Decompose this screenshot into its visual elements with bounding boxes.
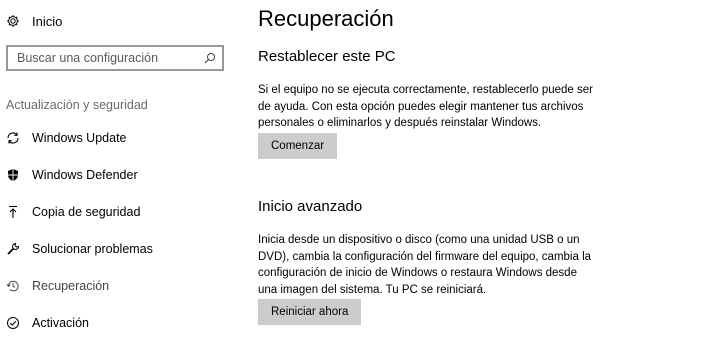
sidebar-item-troubleshoot[interactable]: Solucionar problemas [6,237,153,261]
gear-icon [6,14,20,28]
sidebar-item-label: Copia de seguridad [32,205,141,219]
upload-arrow-icon [6,205,20,219]
home-label: Inicio [32,13,63,29]
restart-now-button[interactable]: Reiniciar ahora [258,299,362,325]
reset-heading: Restablecer este PC [258,48,396,65]
sidebar: Inicio Actualización y seguridad [0,0,240,346]
advanced-startup-heading: Inicio avanzado [258,198,363,215]
settings-window: Inicio Actualización y seguridad [0,0,720,346]
sidebar-item-label: Windows Update [32,131,127,145]
section-heading: Actualización y seguridad [6,98,148,112]
start-reset-button[interactable]: Comenzar [258,133,338,159]
sidebar-item-activation[interactable]: Activación [6,311,89,335]
reset-description: Si el equipo no se ejecuta correctamente… [258,84,593,129]
sidebar-item-windows-defender[interactable]: Windows Defender [6,163,138,187]
search-input[interactable] [17,51,204,65]
sidebar-item-label: Solucionar problemas [32,242,153,256]
sidebar-item-label: Recuperación [32,279,110,293]
wrench-icon [6,242,20,256]
refresh-icon [6,131,20,145]
shield-icon [6,168,20,182]
advanced-startup-description: Inicia desde un dispositivo o disco (com… [258,234,592,296]
history-icon [6,279,20,293]
home-link[interactable]: Inicio [6,9,62,33]
search-box[interactable] [6,45,224,71]
sidebar-item-backup[interactable]: Copia de seguridad [6,200,140,224]
search-icon[interactable] [204,52,216,64]
sidebar-item-label: Windows Defender [32,168,138,182]
check-circle-icon [6,316,20,330]
sidebar-item-windows-update[interactable]: Windows Update [6,126,127,150]
sidebar-item-recovery[interactable]: Recuperación [6,274,109,298]
page-title: Recuperación [258,6,394,31]
sidebar-item-label: Activación [32,316,89,330]
